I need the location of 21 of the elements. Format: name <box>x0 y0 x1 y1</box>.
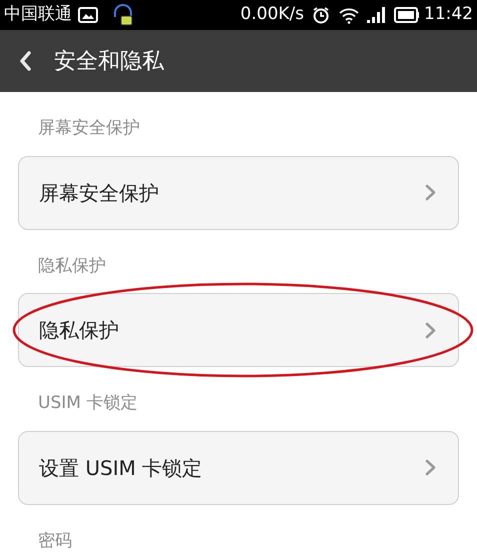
chevron-right-icon <box>425 322 436 338</box>
settings-item[interactable]: 屏幕安全保护 <box>18 156 459 230</box>
wifi-icon <box>338 6 360 24</box>
settings-item[interactable]: 设置 USIM 卡锁定 <box>18 430 459 504</box>
section-header: 密码 <box>37 530 73 552</box>
alarm-icon <box>312 6 330 24</box>
image-icon <box>78 7 98 23</box>
carrier-name: 中国联通 <box>4 3 72 26</box>
signal-icon <box>366 7 388 23</box>
section-header: 隐私保护 <box>37 254 107 278</box>
settings-item[interactable]: 隐私保护 <box>18 293 459 367</box>
section-header: 屏幕安全保护 <box>37 117 141 140</box>
network-speed: 0.00K/s <box>240 3 304 26</box>
battery-icon <box>394 7 420 23</box>
section-header: USIM 卡锁定 <box>37 392 138 415</box>
back-icon[interactable] <box>18 50 32 72</box>
clock-time: 11:42 <box>424 3 473 26</box>
chevron-right-icon <box>425 184 436 201</box>
page-title: 安全和隐私 <box>54 48 164 76</box>
headset-icon <box>112 3 134 27</box>
chevron-right-icon <box>425 459 436 476</box>
